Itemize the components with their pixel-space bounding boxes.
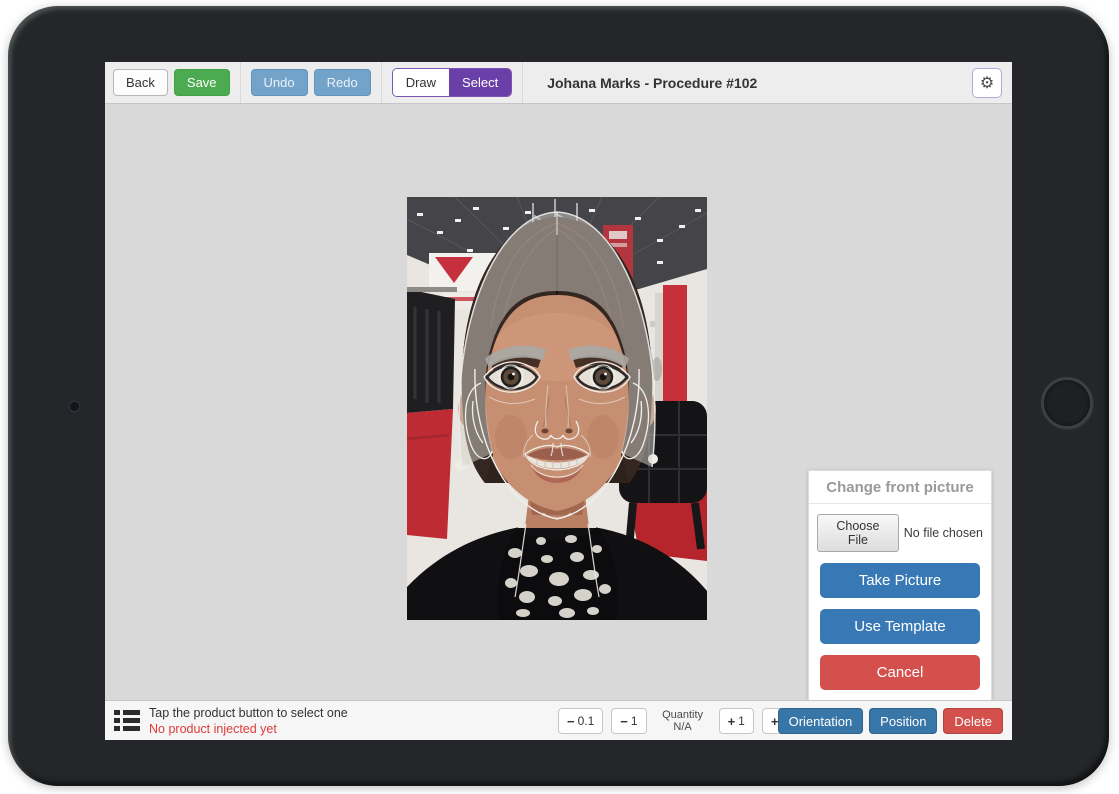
gear-icon: ⚙ bbox=[980, 73, 994, 93]
cancel-button[interactable]: Cancel bbox=[820, 655, 980, 690]
step-value: 0.1 bbox=[578, 714, 595, 728]
quantity-display: Quantity N/A bbox=[655, 709, 711, 733]
front-camera bbox=[68, 400, 81, 413]
quantity-value: N/A bbox=[655, 721, 711, 733]
quantity-controls: − 0.1 − 1 Quantity N/A + 1 + 0.1 bbox=[558, 708, 807, 734]
injection-actions: Orientation Position Delete bbox=[778, 708, 1003, 734]
step-value: 1 bbox=[738, 714, 745, 728]
draw-select-toggle: Draw Select bbox=[392, 68, 512, 97]
minus-icon: − bbox=[567, 714, 575, 729]
procedure-canvas[interactable]: Change front picture Choose File No file… bbox=[105, 104, 1012, 700]
plus-icon: + bbox=[728, 714, 736, 729]
app-screen: Back Save Undo Redo Draw Select Johana M… bbox=[105, 62, 1012, 740]
take-picture-button[interactable]: Take Picture bbox=[820, 563, 980, 598]
toolbar-divider bbox=[381, 62, 382, 103]
step-value: 1 bbox=[631, 714, 638, 728]
patient-front-photo[interactable] bbox=[407, 197, 707, 620]
product-status: No product injected yet bbox=[149, 721, 348, 737]
settings-button[interactable]: ⚙ bbox=[972, 68, 1002, 98]
toolbar-divider bbox=[522, 62, 523, 103]
product-list-icon bbox=[114, 710, 140, 731]
file-input-row: Choose File No file chosen bbox=[809, 504, 991, 552]
file-status-text: No file chosen bbox=[904, 526, 983, 540]
draw-mode-button[interactable]: Draw bbox=[393, 69, 449, 96]
product-messages: Tap the product button to select one No … bbox=[149, 705, 348, 737]
change-front-picture-panel: Change front picture Choose File No file… bbox=[808, 470, 992, 702]
redo-button[interactable]: Redo bbox=[314, 69, 371, 96]
delete-button[interactable]: Delete bbox=[943, 708, 1003, 734]
product-instruction: Tap the product button to select one bbox=[149, 705, 348, 721]
panel-title: Change front picture bbox=[809, 471, 991, 504]
orientation-button[interactable]: Orientation bbox=[778, 708, 864, 734]
choose-file-button[interactable]: Choose File bbox=[817, 514, 899, 552]
page-title: Johana Marks - Procedure #102 bbox=[547, 75, 757, 91]
product-bar: Tap the product button to select one No … bbox=[105, 700, 1012, 740]
select-mode-button[interactable]: Select bbox=[449, 69, 511, 96]
patient-photo-illustration bbox=[407, 197, 707, 620]
quantity-label: Quantity bbox=[655, 709, 711, 721]
decrease-1-button[interactable]: − 1 bbox=[611, 708, 646, 734]
position-button[interactable]: Position bbox=[869, 708, 937, 734]
toolbar-divider bbox=[240, 62, 241, 103]
save-button[interactable]: Save bbox=[174, 69, 230, 96]
increase-1-button[interactable]: + 1 bbox=[719, 708, 754, 734]
product-selector[interactable]: Tap the product button to select one No … bbox=[114, 701, 348, 740]
use-template-button[interactable]: Use Template bbox=[820, 609, 980, 644]
minus-icon: − bbox=[620, 714, 628, 729]
home-button[interactable] bbox=[1041, 377, 1093, 429]
undo-button[interactable]: Undo bbox=[251, 69, 308, 96]
toolbar: Back Save Undo Redo Draw Select Johana M… bbox=[105, 62, 1012, 104]
decrease-0.1-button[interactable]: − 0.1 bbox=[558, 708, 603, 734]
back-button[interactable]: Back bbox=[113, 69, 168, 96]
